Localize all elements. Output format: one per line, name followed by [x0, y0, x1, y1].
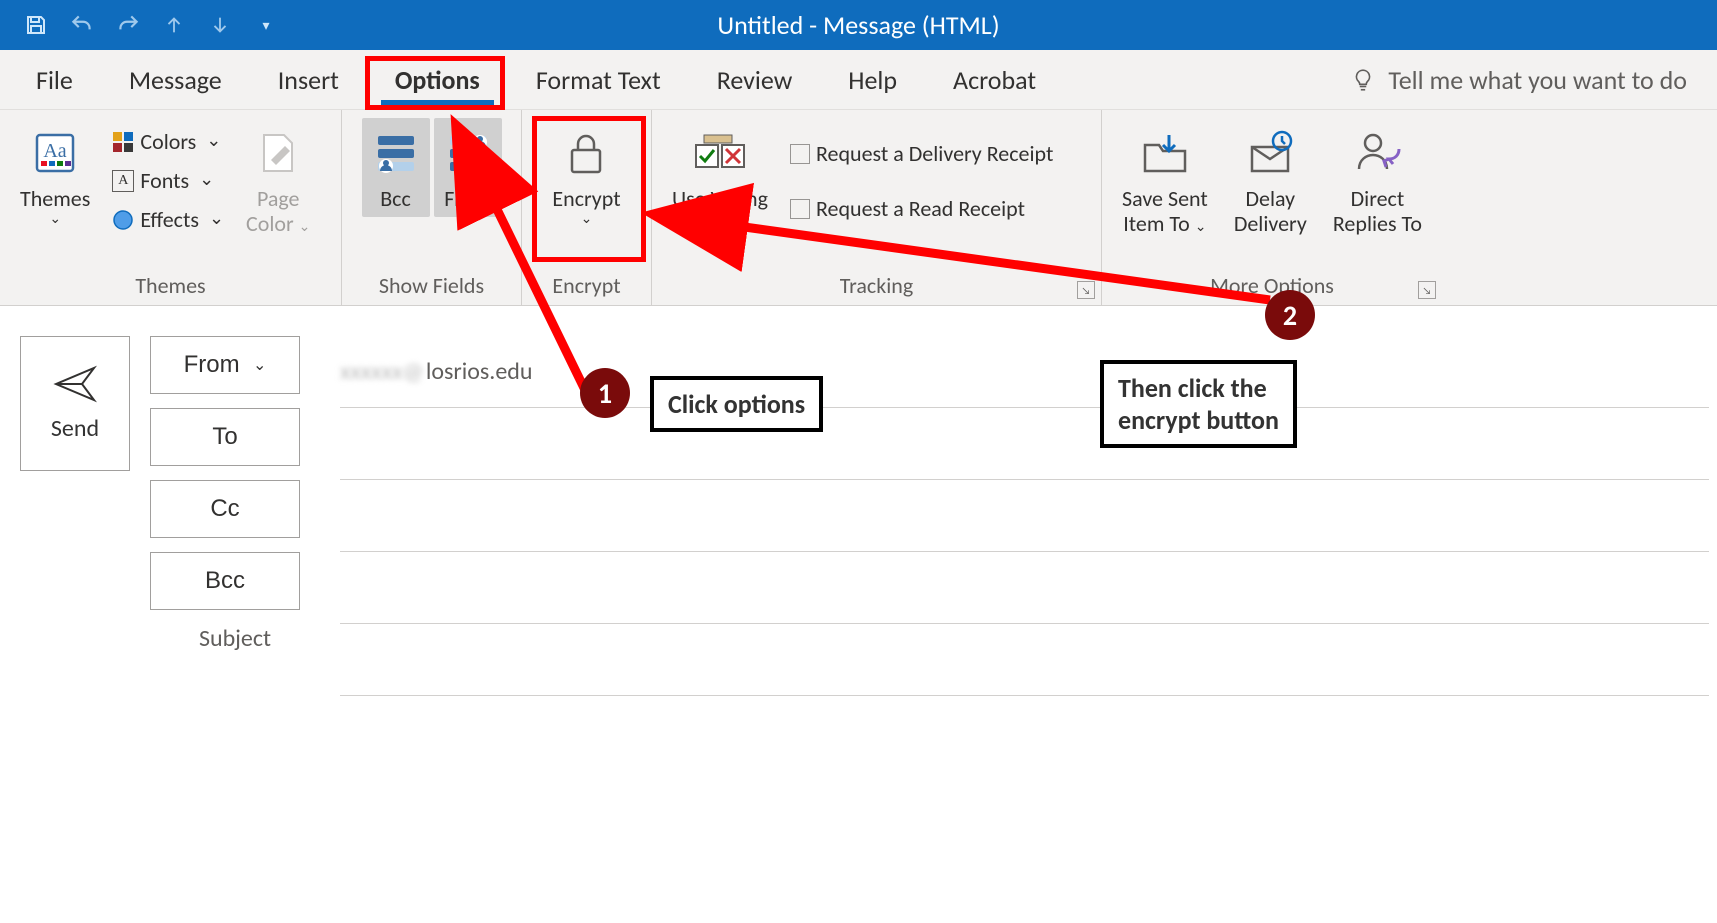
- tell-me-search[interactable]: Tell me what you want to do: [1350, 64, 1717, 96]
- colors-label: Colors: [140, 128, 196, 155]
- subject-label: Subject: [150, 624, 320, 653]
- checkbox-icon: [790, 199, 810, 219]
- colors-icon: [112, 131, 134, 153]
- read-receipt-checkbox[interactable]: Request a Read Receipt: [784, 191, 1059, 226]
- cc-field-button[interactable]: Cc: [150, 480, 300, 538]
- send-icon: [52, 364, 98, 404]
- voting-button[interactable]: Use Voting Buttons ⌄: [662, 118, 778, 243]
- from-label: From: [444, 186, 491, 211]
- bcc-label: Bcc: [380, 186, 411, 211]
- down-arrow-icon[interactable]: [206, 11, 234, 39]
- from-field-row[interactable]: xxxxxx@losrios.edu: [340, 336, 1709, 408]
- ribbon-tabs: File Message Insert Options Format Text …: [0, 50, 1717, 110]
- delay-delivery-button[interactable]: Delay Delivery: [1224, 118, 1317, 243]
- from-icon: [444, 124, 492, 182]
- page-color-label2: Color: [246, 210, 294, 237]
- effects-button[interactable]: Effects: [106, 202, 230, 237]
- themes-group-label: Themes: [0, 268, 341, 305]
- tab-file[interactable]: File: [8, 50, 101, 109]
- from-field-button[interactable]: From ⌄: [150, 336, 300, 394]
- redacted-text: xxxxxx@: [340, 357, 424, 386]
- save-sent-label2: Item To: [1123, 210, 1190, 237]
- tab-format-text[interactable]: Format Text: [508, 50, 689, 109]
- bcc-field-button[interactable]: Bcc: [150, 552, 300, 610]
- group-show-fields: Bcc From Show Fields: [342, 110, 522, 305]
- cc-field-row[interactable]: [340, 480, 1709, 552]
- colors-button[interactable]: Colors: [106, 124, 230, 159]
- svg-text:Aa: Aa: [44, 140, 67, 162]
- group-themes: Aa Themes ⌄ Colors A Fonts Effects: [0, 110, 342, 305]
- encrypt-group-label: Encrypt: [522, 268, 651, 305]
- delivery-receipt-label: Request a Delivery Receipt: [816, 140, 1053, 167]
- lock-icon: [563, 124, 609, 182]
- delay-label1: Delay: [1245, 186, 1295, 211]
- delay-icon: [1244, 124, 1296, 182]
- bcc-button[interactable]: Bcc: [362, 118, 430, 217]
- tab-options[interactable]: Options: [367, 50, 508, 109]
- checkbox-icon: [790, 144, 810, 164]
- effects-label: Effects: [140, 206, 199, 233]
- voting-label2: Buttons: [677, 210, 746, 237]
- page-color-label1: Page: [257, 186, 300, 211]
- to-field-button[interactable]: To: [150, 408, 300, 466]
- themes-label: Themes: [20, 186, 90, 211]
- send-button[interactable]: Send: [20, 336, 130, 471]
- show-fields-group-label: Show Fields: [342, 268, 521, 305]
- group-encrypt: Encrypt ⌄ Encrypt: [522, 110, 652, 305]
- quick-access-toolbar: ▾: [0, 11, 280, 39]
- page-color-button[interactable]: Page Color ⌄: [236, 118, 320, 243]
- save-sent-label1: Save Sent: [1122, 186, 1208, 211]
- save-sent-icon: [1139, 124, 1191, 182]
- effects-icon: [112, 209, 134, 231]
- fonts-button[interactable]: A Fonts: [106, 163, 230, 198]
- more-options-dialog-launcher[interactable]: ↘: [1418, 281, 1436, 299]
- delivery-receipt-checkbox[interactable]: Request a Delivery Receipt: [784, 136, 1059, 171]
- undo-icon[interactable]: [68, 11, 96, 39]
- bcc-icon: [372, 124, 420, 182]
- save-icon[interactable]: [22, 11, 50, 39]
- tab-acrobat[interactable]: Acrobat: [925, 50, 1064, 109]
- up-arrow-icon[interactable]: [160, 11, 188, 39]
- customize-qat-icon[interactable]: ▾: [252, 11, 280, 39]
- group-more-options: Save Sent Item To ⌄ Delay Delivery Direc…: [1102, 110, 1442, 305]
- page-color-icon: [256, 124, 300, 182]
- tell-me-placeholder: Tell me what you want to do: [1388, 64, 1687, 96]
- read-receipt-label: Request a Read Receipt: [816, 195, 1025, 222]
- lightbulb-icon: [1350, 67, 1376, 93]
- save-sent-button[interactable]: Save Sent Item To ⌄: [1112, 118, 1218, 243]
- delay-label2: Delivery: [1234, 211, 1307, 236]
- tracking-dialog-launcher[interactable]: ↘: [1077, 281, 1095, 299]
- to-field-row[interactable]: [340, 408, 1709, 480]
- ribbon: Aa Themes ⌄ Colors A Fonts Effects: [0, 110, 1717, 306]
- from-value: losrios.edu: [426, 357, 533, 386]
- redo-icon[interactable]: [114, 11, 142, 39]
- themes-icon: Aa: [31, 124, 79, 182]
- fonts-icon: A: [112, 170, 134, 192]
- fonts-label: Fonts: [140, 167, 189, 194]
- encrypt-button[interactable]: Encrypt ⌄: [542, 118, 630, 233]
- tab-message[interactable]: Message: [101, 50, 250, 109]
- themes-button[interactable]: Aa Themes ⌄: [10, 118, 100, 233]
- send-label: Send: [51, 414, 99, 443]
- compose-area: Send From ⌄ To Cc Bcc Subject xxxxxx@los…: [0, 306, 1717, 696]
- tracking-group-label: Tracking: [652, 268, 1101, 305]
- from-button[interactable]: From: [434, 118, 502, 217]
- tab-review[interactable]: Review: [689, 50, 821, 109]
- group-tracking: Use Voting Buttons ⌄ Request a Delivery …: [652, 110, 1102, 305]
- tab-help[interactable]: Help: [820, 50, 925, 109]
- voting-icon: [692, 124, 748, 182]
- voting-label1: Use Voting: [672, 186, 768, 211]
- title-bar: ▾ Untitled - Message (HTML): [0, 0, 1717, 50]
- direct-label2: Replies To: [1333, 211, 1422, 236]
- more-options-group-label: More Options: [1102, 268, 1442, 305]
- tab-insert[interactable]: Insert: [250, 50, 367, 109]
- bcc-field-row[interactable]: [340, 552, 1709, 624]
- direct-replies-icon: [1351, 124, 1403, 182]
- direct-label1: Direct: [1351, 186, 1405, 211]
- encrypt-label: Encrypt: [552, 186, 620, 211]
- direct-replies-button[interactable]: Direct Replies To: [1323, 118, 1432, 243]
- subject-field-row[interactable]: [340, 624, 1709, 696]
